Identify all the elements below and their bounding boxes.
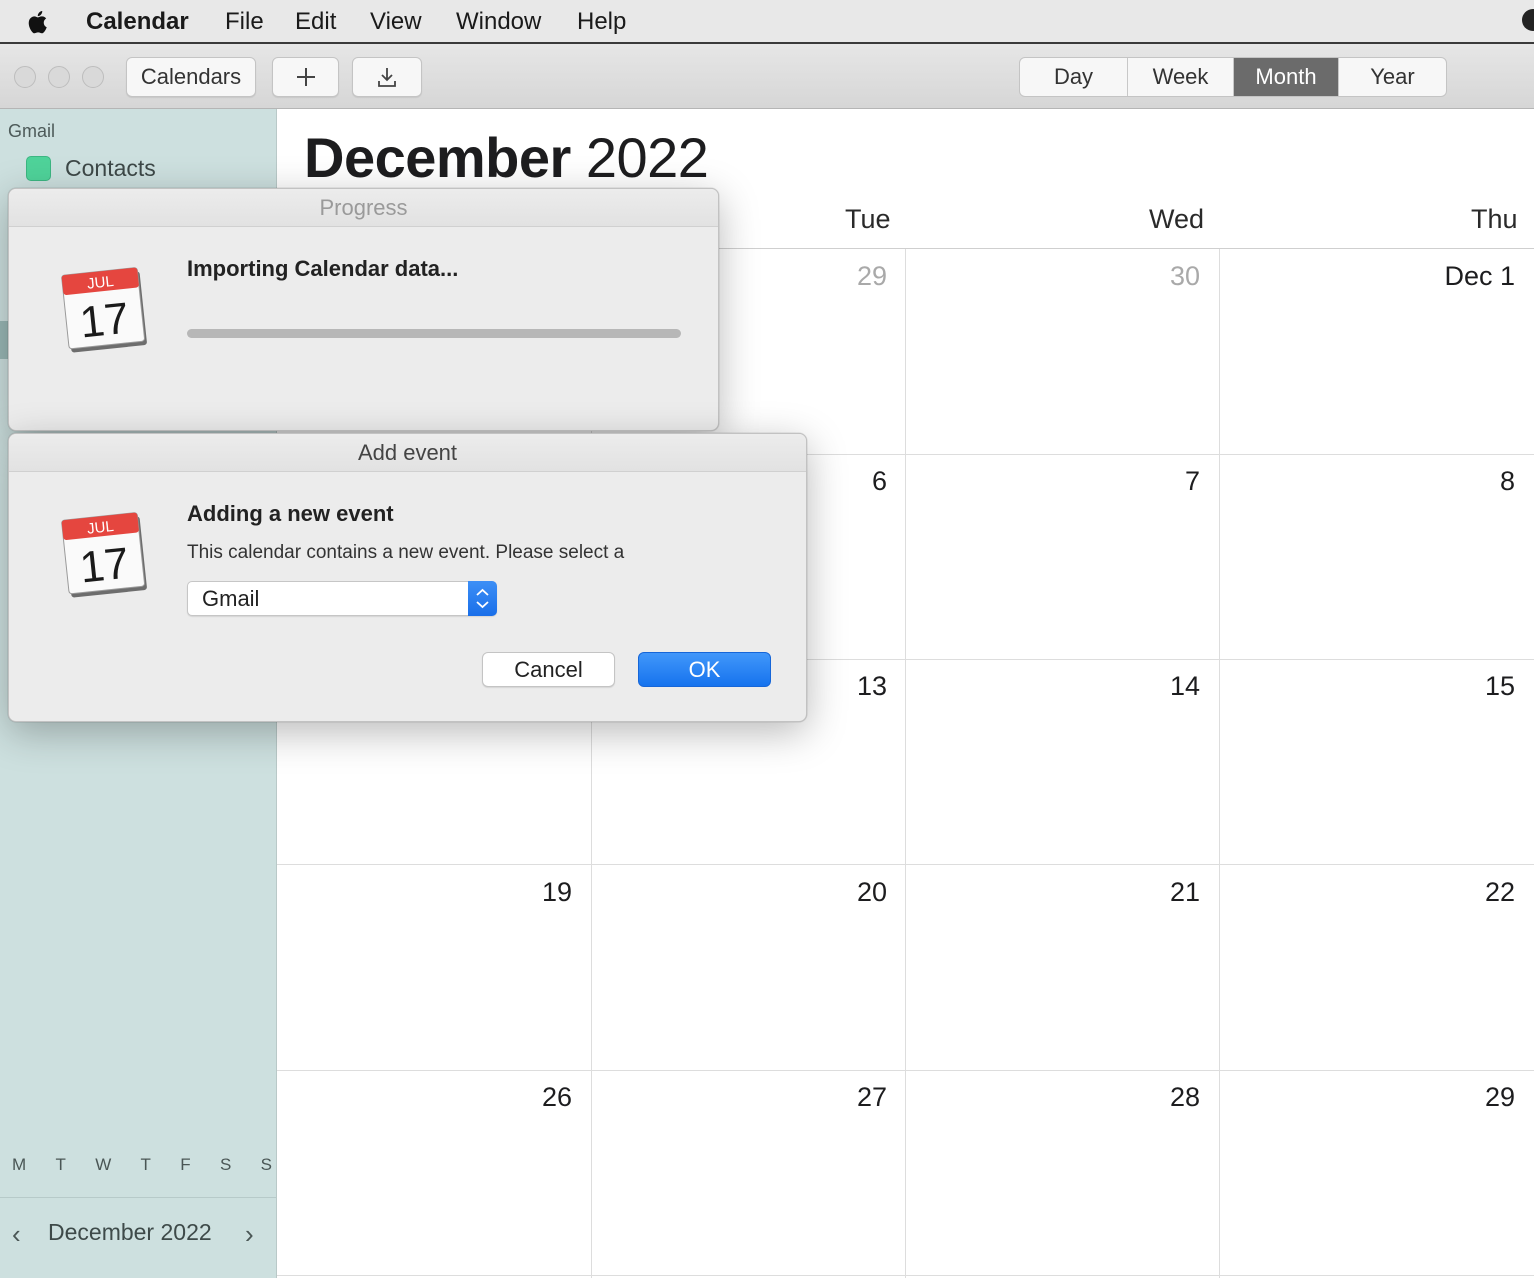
download-icon — [378, 68, 396, 87]
sidebar-group-label: Gmail — [8, 121, 56, 141]
sidebar-item-label: Contacts — [65, 155, 156, 181]
day-cell-number[interactable]: 14 — [1050, 671, 1200, 702]
dialog-title: Progress — [9, 189, 718, 227]
day-cell-number[interactable]: 26 — [422, 1082, 572, 1113]
mini-calendar-title: December 2022 — [48, 1219, 212, 1245]
day-cell-number[interactable]: 28 — [1050, 1082, 1200, 1113]
import-button[interactable] — [352, 57, 422, 97]
page-title: December 2022 — [304, 125, 709, 190]
day-cell-number[interactable]: 22 — [1365, 877, 1515, 908]
mini-weekday: F — [180, 1155, 191, 1174]
day-cell-number[interactable]: 19 — [422, 877, 572, 908]
day-cell-number[interactable]: 20 — [737, 877, 887, 908]
view-switcher: Day Week Month Year — [1019, 57, 1447, 97]
grid-divider — [1219, 249, 1220, 1278]
dialog-body-text: This calendar contains a new event. Plea… — [187, 542, 625, 563]
toolbar: Calendars Day Week Month Year — [0, 44, 1534, 109]
menu-file[interactable]: File — [225, 8, 264, 36]
calendars-button[interactable]: Calendars — [126, 57, 256, 97]
icon-month-label: JUL — [86, 273, 114, 293]
sidebar-selection-indicator — [0, 321, 8, 359]
add-event-dialog: Add event JUL 17 Adding a new event This… — [8, 433, 807, 722]
month-name: December — [304, 126, 571, 189]
grid-divider — [905, 249, 906, 1278]
day-cell-number[interactable]: 15 — [1365, 671, 1515, 702]
progress-bar — [187, 329, 681, 338]
icon-day-label: 17 — [78, 539, 132, 593]
day-cell-number[interactable]: 29 — [737, 261, 887, 292]
year-label: 2022 — [585, 126, 709, 189]
day-cell-number[interactable]: 7 — [1050, 466, 1200, 497]
mini-weekday: S — [260, 1155, 272, 1174]
day-cell-number[interactable]: Dec 1 — [1365, 261, 1515, 292]
apple-icon[interactable] — [26, 9, 52, 35]
weekday-header-wed: Wed — [1149, 204, 1205, 234]
mini-weekday: M — [12, 1155, 27, 1174]
zoom-window-button[interactable] — [82, 66, 104, 88]
calendar-select[interactable]: Gmail — [187, 581, 497, 616]
menu-view[interactable]: View — [370, 8, 422, 36]
dialog-title: Add event — [9, 434, 806, 472]
view-year-tab[interactable]: Year — [1339, 58, 1446, 96]
mini-calendar-header: ‹ December 2022 › — [0, 1217, 276, 1251]
menu-app-calendar[interactable]: Calendar — [86, 8, 189, 36]
chevron-up-down-icon[interactable] — [468, 581, 497, 616]
mini-weekday: T — [140, 1155, 151, 1174]
sidebar-item-contacts[interactable]: Contacts — [26, 155, 156, 182]
day-cell-number[interactable]: 8 — [1365, 466, 1515, 497]
status-menu-icon[interactable] — [1522, 9, 1534, 31]
menu-help[interactable]: Help — [577, 8, 626, 36]
view-day-tab[interactable]: Day — [1020, 58, 1128, 96]
close-window-button[interactable] — [14, 66, 36, 88]
day-cell-number[interactable]: 27 — [737, 1082, 887, 1113]
day-cell-number[interactable]: 30 — [1050, 261, 1200, 292]
progress-message: Importing Calendar data... — [187, 256, 459, 281]
mini-weekday: S — [219, 1155, 232, 1174]
cancel-button[interactable]: Cancel — [482, 652, 615, 687]
calendar-color-checkbox[interactable] — [26, 156, 51, 181]
mini-weekday: T — [55, 1155, 66, 1174]
mini-next-month-button[interactable]: › — [245, 1219, 254, 1250]
calendar-app-icon: JUL 17 — [61, 267, 147, 353]
day-cell-number[interactable]: 21 — [1050, 877, 1200, 908]
mini-calendar-weekdays: M T W T F S S — [12, 1155, 272, 1175]
ok-button[interactable]: OK — [638, 652, 771, 687]
dialog-heading: Adding a new event — [187, 501, 394, 526]
calendar-select-value: Gmail — [202, 586, 260, 611]
menu-bar: Calendar File Edit View Window Help — [0, 0, 1534, 44]
view-month-tab[interactable]: Month — [1234, 58, 1339, 96]
mini-prev-month-button[interactable]: ‹ — [12, 1219, 21, 1250]
menu-edit[interactable]: Edit — [295, 8, 336, 36]
plus-icon — [296, 68, 315, 86]
weekday-header-tue: Tue — [845, 204, 891, 234]
weekday-header-thu: Thu — [1471, 204, 1518, 234]
sidebar-divider — [0, 1197, 276, 1198]
menu-window[interactable]: Window — [456, 8, 541, 36]
progress-dialog: Progress JUL 17 Importing Calendar data.… — [8, 188, 719, 431]
minimize-window-button[interactable] — [48, 66, 70, 88]
icon-month-label: JUL — [86, 518, 114, 538]
icon-day-label: 17 — [78, 294, 132, 348]
mini-weekday: W — [95, 1155, 112, 1174]
view-week-tab[interactable]: Week — [1128, 58, 1234, 96]
add-event-button[interactable] — [272, 57, 339, 97]
calendar-app-icon: JUL 17 — [61, 512, 147, 598]
day-cell-number[interactable]: 29 — [1365, 1082, 1515, 1113]
